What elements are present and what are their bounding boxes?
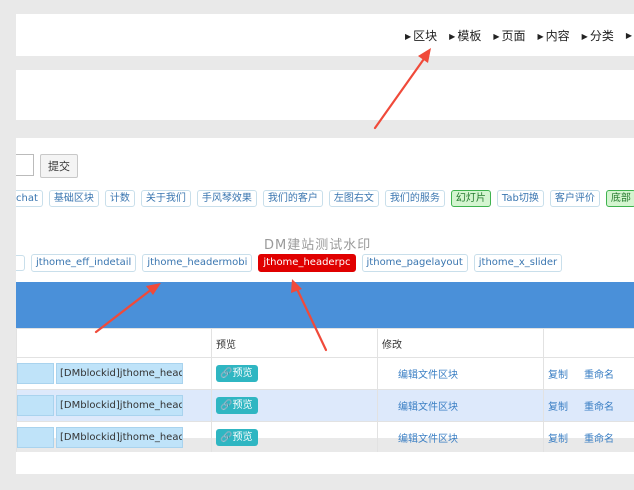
template-tag[interactable]: jthome_eff_indetail — [31, 254, 137, 272]
rename-link[interactable]: 重命名 — [584, 370, 614, 381]
preview-button[interactable]: 🔗预览 — [216, 429, 259, 446]
triangle-right-icon: ▶ — [449, 31, 456, 41]
template-tag-active[interactable]: jthome_headerpc — [258, 254, 356, 272]
top-nav: ▶ 区块 ▶ 模板 ▶ 页面 ▶ 内容 ▶ 分类 ▶ — [393, 14, 634, 56]
triangle-right-icon: ▶ — [404, 31, 412, 41]
category-tag[interactable]: 左图右文 — [328, 190, 379, 207]
category-tag[interactable]: chat — [16, 190, 43, 207]
rename-link[interactable]: 重命名 — [584, 434, 614, 445]
edit-block-link[interactable]: 编辑文件区块 — [398, 370, 458, 381]
preview-label: 预览 — [232, 368, 253, 379]
name-input[interactable] — [17, 427, 54, 448]
nav-item-label: 页面 — [501, 28, 526, 43]
column-header — [16, 328, 212, 358]
copy-link[interactable]: 复制 — [548, 402, 568, 413]
triangle-right-icon: ▶ — [625, 31, 632, 40]
category-tag[interactable]: 关于我们 — [140, 190, 191, 207]
link-icon: 🔗 — [220, 400, 233, 411]
nav-item-label: 模板 — [457, 28, 482, 43]
copy-link[interactable]: 复制 — [548, 370, 568, 381]
edit-cell: 编辑文件区块 — [377, 389, 544, 422]
link-icon: 🔗 — [220, 432, 233, 443]
ops-cell: 复制 重命名 — [543, 357, 634, 390]
main-panel: 提交 chat 基础区块 计数 关于我们 手风琴效果 我们的客户 左图右文 我们的服务 幻灯片 T… — [16, 138, 634, 454]
category-tag[interactable]: 幻灯片 — [450, 190, 491, 207]
template-tag-partial[interactable] — [16, 255, 25, 271]
id-cell: [DMblockid]jthome_header| — [16, 389, 212, 422]
link-icon: 🔗 — [220, 368, 233, 379]
nav-item-categories[interactable]: ▶ 分类 — [582, 27, 614, 44]
watermark: DM建站测试水印 — [264, 238, 372, 253]
category-tag[interactable]: 我们的客户 — [262, 190, 323, 207]
category-tag[interactable]: 我们的服务 — [384, 190, 445, 207]
nav-item-templates[interactable]: ▶ 模板 — [449, 27, 481, 44]
blue-header-bar — [16, 282, 634, 328]
preview-cell: 🔗预览 — [211, 421, 378, 454]
nav-item-label: 内容 — [545, 28, 570, 43]
nav-item-label: 区块 — [413, 28, 438, 43]
nav-item-more[interactable]: ▶ — [626, 28, 634, 42]
edit-cell: 编辑文件区块 — [377, 421, 544, 454]
table-row: [DMblockid]jthome_header| 🔗预览 编辑文件区块 复制 重命名 — [16, 357, 634, 390]
category-tag[interactable]: 手风琴效果 — [196, 190, 257, 207]
blockid-input[interactable]: [DMblockid]jthome_header| — [56, 363, 183, 384]
bottom-panel — [16, 452, 634, 474]
column-header-edit: 修改 — [377, 328, 544, 358]
triangle-right-icon: ▶ — [537, 31, 544, 41]
blockid-input[interactable]: [DMblockid]jthome_header| — [56, 427, 183, 448]
category-tag[interactable]: 计数 — [104, 190, 135, 207]
category-tag[interactable]: Tab切换 — [496, 190, 544, 207]
ops-cell: 复制 重命名 — [543, 389, 634, 422]
column-header-preview: 预览 — [211, 328, 378, 358]
blank-panel — [16, 70, 634, 120]
id-cell: [DMblockid]jthome_header| — [16, 357, 212, 390]
blockid-input[interactable]: [DMblockid]jthome_header| — [56, 395, 183, 416]
template-tag-row: jthome_eff_indetail jthome_headermobi jtho… — [16, 254, 568, 272]
nav-item-content[interactable]: ▶ 内容 — [538, 27, 570, 44]
ops-cell: 复制 重命名 — [543, 421, 634, 454]
table-header-row: 预览 修改 — [16, 328, 634, 358]
preview-cell: 🔗预览 — [211, 357, 378, 390]
edit-cell: 编辑文件区块 — [377, 357, 544, 390]
category-tag[interactable]: 客户评价 — [549, 190, 600, 207]
preview-label: 预览 — [232, 432, 253, 443]
triangle-right-icon: ▶ — [581, 31, 588, 41]
edit-block-link[interactable]: 编辑文件区块 — [398, 434, 458, 445]
category-tag-row: chat 基础区块 计数 关于我们 手风琴效果 我们的客户 左图右文 我们的服务 幻灯片 Tab切… — [16, 190, 634, 207]
category-tag[interactable]: 基础区块 — [48, 190, 99, 207]
template-tag[interactable]: jthome_headermobi — [142, 254, 253, 272]
table-row: [DMblockid]jthome_header| 🔗预览 编辑文件区块 复制 重命名 — [16, 421, 634, 454]
nav-item-label: 分类 — [589, 28, 614, 43]
preview-button[interactable]: 🔗预览 — [216, 365, 259, 382]
table-row: [DMblockid]jthome_header| 🔗预览 编辑文件区块 复制 重命名 — [16, 389, 634, 422]
name-input[interactable] — [17, 363, 54, 384]
nav-item-blocks[interactable]: ▶ 区块 — [405, 27, 437, 44]
nav-item-pages[interactable]: ▶ 页面 — [493, 27, 525, 44]
edit-block-link[interactable]: 编辑文件区块 — [398, 402, 458, 413]
block-table: 预览 修改 [DMblockid]jthome_header|🔗预览编辑文件区块… — [16, 328, 634, 454]
rename-link[interactable]: 重命名 — [584, 402, 614, 413]
id-cell: [DMblockid]jthome_header| — [16, 421, 212, 454]
category-tag[interactable]: 底部 — [605, 190, 634, 207]
preview-cell: 🔗预览 — [211, 389, 378, 422]
preview-button[interactable]: 🔗预览 — [216, 397, 259, 414]
preview-label: 预览 — [232, 400, 253, 411]
name-input[interactable] — [17, 395, 54, 416]
copy-link[interactable]: 复制 — [548, 434, 568, 445]
top-bar: ▶ 区块 ▶ 模板 ▶ 页面 ▶ 内容 ▶ 分类 ▶ — [16, 14, 634, 56]
column-header — [543, 328, 634, 358]
submit-button[interactable]: 提交 — [40, 154, 78, 178]
triangle-right-icon: ▶ — [493, 31, 500, 41]
search-input[interactable] — [16, 154, 34, 176]
template-tag[interactable]: jthome_pagelayout — [361, 254, 468, 272]
template-tag[interactable]: jthome_x_slider — [473, 254, 563, 272]
